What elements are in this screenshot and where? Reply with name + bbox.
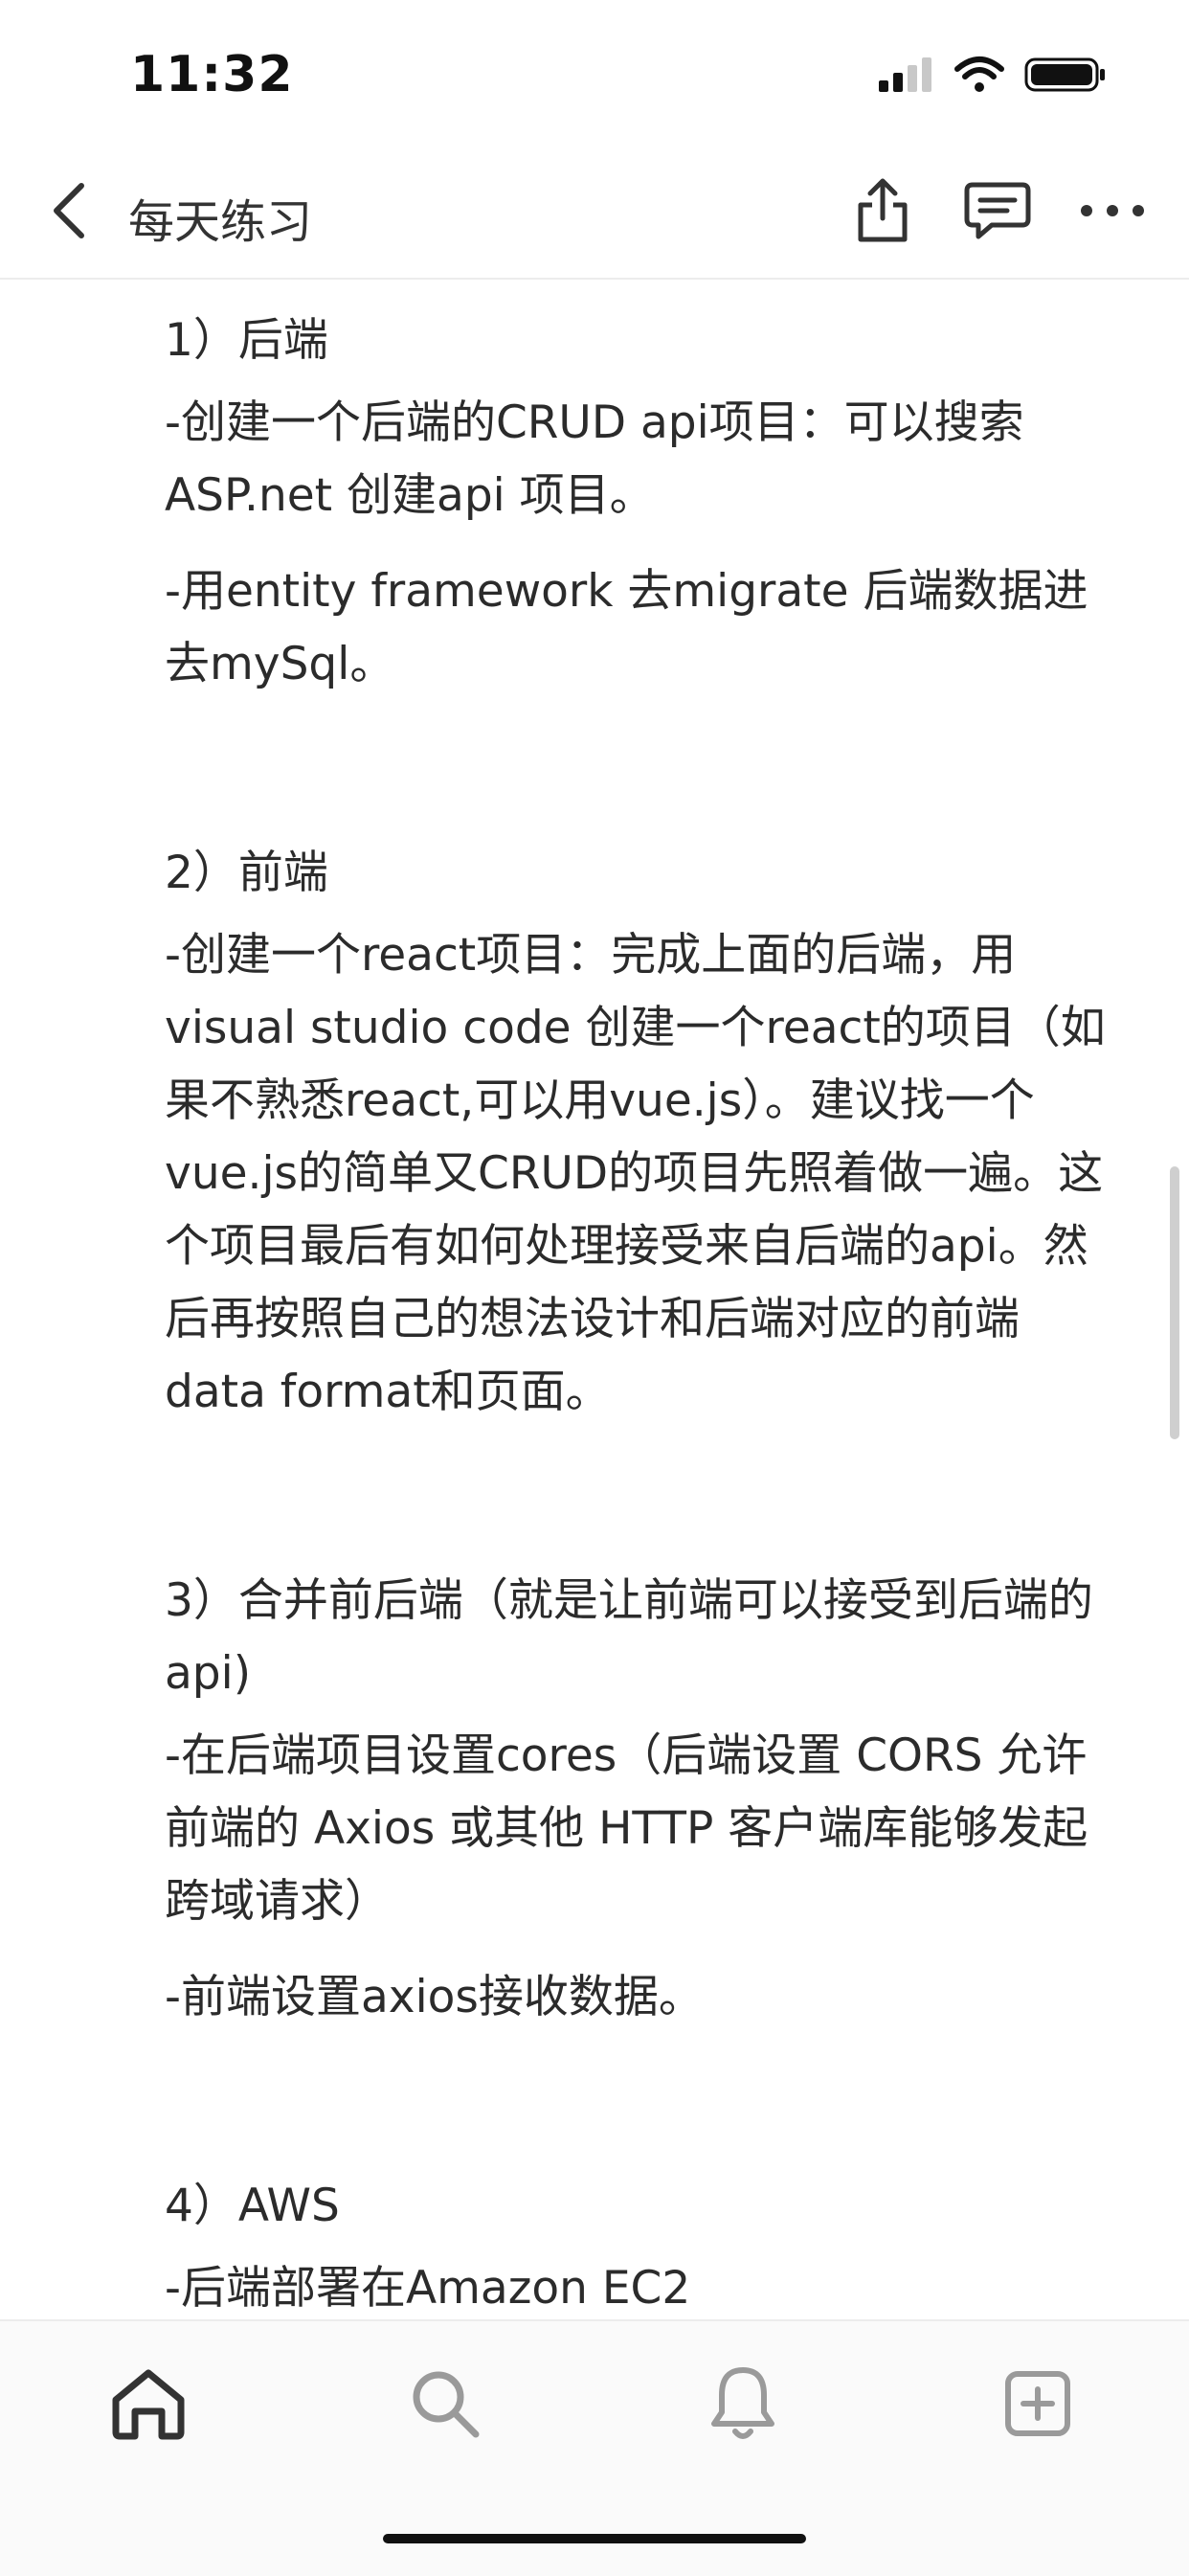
paragraph: -在后端项目设置cores（后端设置 CORS 允许前端的 Axios 或其他 … — [165, 1729, 1088, 1928]
section-backend: 1）后端 -创建一个后端的CRUD api项目：可以搜索ASP.net 创建ap… — [165, 305, 1112, 701]
more-button[interactable] — [1074, 172, 1151, 249]
note-content: 1）后端 -创建一个后端的CRUD api项目：可以搜索ASP.net 创建ap… — [165, 278, 1112, 2317]
search-icon — [413, 2371, 480, 2438]
comment-icon — [964, 182, 1031, 239]
paragraph: -创建一个后端的CRUD api项目：可以搜索ASP.net 创建api 项目。 — [165, 396, 1024, 522]
section-title: 1）后端 — [165, 314, 328, 367]
page-title: 每天练习 — [128, 195, 313, 249]
tab-add[interactable] — [990, 2356, 1086, 2452]
status-icons — [877, 56, 1107, 94]
bell-icon — [711, 2367, 774, 2439]
home-icon — [112, 2369, 185, 2440]
share-button[interactable] — [844, 172, 921, 249]
paragraph: -创建一个react项目：完成上面的后端，用visual studio code… — [165, 929, 1106, 1418]
share-icon — [858, 178, 908, 242]
more-icon — [1081, 205, 1144, 216]
home-indicator — [383, 2534, 806, 2543]
paragraph: -后端部署在Amazon EC2 — [165, 2262, 691, 2315]
wifi-icon — [954, 56, 1004, 92]
tab-notifications[interactable] — [695, 2356, 791, 2452]
section-title: 2）前端 — [165, 847, 328, 899]
status-bar: 11:32 — [0, 0, 1189, 144]
back-button[interactable] — [34, 177, 101, 244]
battery-icon — [1024, 57, 1105, 92]
section-title: 4）AWS — [165, 2180, 340, 2232]
paragraph: -用entity framework 去migrate 后端数据进去mySql。 — [165, 565, 1088, 690]
section-aws: 4）AWS -后端部署在Amazon EC2 — [165, 2170, 1112, 2317]
scroll-indicator[interactable] — [1170, 1166, 1179, 1439]
section-title: 3）合并前后端（就是让前端可以接受到后端的api) — [165, 1574, 1093, 1700]
comment-button[interactable] — [959, 172, 1036, 249]
tab-home[interactable] — [101, 2356, 196, 2452]
section-merge: 3）合并前后端（就是让前端可以接受到后端的api) -在后端项目设置cores（… — [165, 1565, 1112, 2034]
cellular-signal-icon — [879, 57, 931, 92]
paragraph: -前端设置axios接收数据。 — [165, 1971, 704, 2023]
nav-bar: 每天练习 — [0, 144, 1189, 280]
tab-search[interactable] — [397, 2356, 493, 2452]
status-time: 11:32 — [130, 46, 294, 103]
nav-actions — [844, 172, 1151, 249]
section-frontend: 2）前端 -创建一个react项目：完成上面的后端，用visual studio… — [165, 837, 1112, 1429]
add-square-icon — [1005, 2371, 1070, 2436]
chevron-left-icon — [54, 183, 84, 238]
